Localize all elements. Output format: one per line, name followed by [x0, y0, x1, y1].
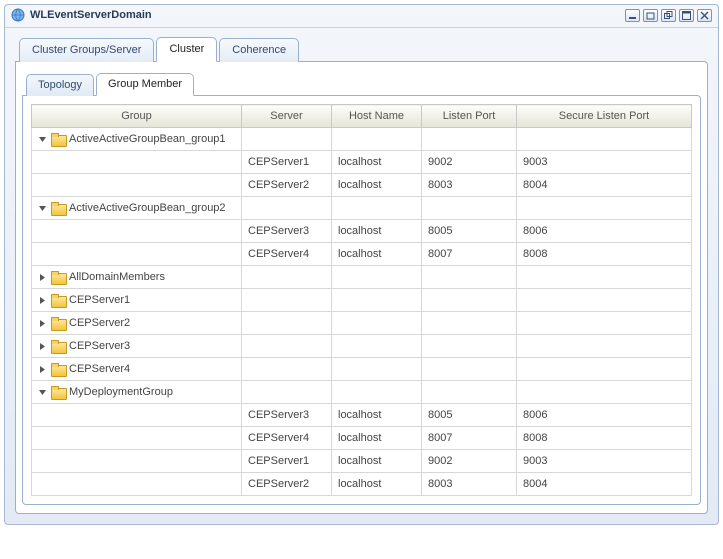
cell-host: localhost	[332, 450, 422, 473]
panel-title: WLEventServerDomain	[30, 9, 625, 21]
panel-body: Cluster Groups/ServerClusterCoherence To…	[5, 28, 718, 524]
folder-icon	[51, 271, 65, 283]
sub-tabstrip: TopologyGroup Member	[26, 72, 701, 95]
cell-server: CEPServer4	[242, 243, 332, 266]
subtab-page-group-member: Group Server Host Name Listen Port Secur…	[22, 95, 701, 505]
group-name: ActiveActiveGroupBean_group2	[69, 202, 226, 214]
cell-secure: 8004	[517, 174, 692, 197]
col-header-group[interactable]: Group	[32, 105, 242, 128]
cell-server: CEPServer3	[242, 404, 332, 427]
folder-icon	[51, 386, 65, 398]
folder-icon	[51, 363, 65, 375]
cell-listen: 8007	[422, 427, 517, 450]
collapse-caret-icon[interactable]	[38, 319, 47, 328]
expand-caret-icon[interactable]	[38, 135, 47, 144]
member-row[interactable]: CEPServer3localhost80058006	[32, 404, 692, 427]
cell-listen: 8003	[422, 174, 517, 197]
folder-icon	[51, 317, 65, 329]
group-row[interactable]: CEPServer3	[32, 335, 692, 358]
close-button[interactable]	[697, 9, 712, 22]
main-tab[interactable]: Coherence	[219, 38, 299, 62]
group-name: CEPServer1	[69, 294, 130, 306]
minimize-button[interactable]	[625, 9, 640, 22]
cell-listen: 8005	[422, 404, 517, 427]
col-header-secure-listen-port[interactable]: Secure Listen Port	[517, 105, 692, 128]
expand-caret-icon[interactable]	[38, 388, 47, 397]
cell-listen: 8007	[422, 243, 517, 266]
main-tab[interactable]: Cluster Groups/Server	[19, 38, 154, 62]
member-row[interactable]: CEPServer4localhost80078008	[32, 427, 692, 450]
cell-secure: 8008	[517, 427, 692, 450]
collapse-caret-icon[interactable]	[38, 342, 47, 351]
collapse-caret-icon[interactable]	[38, 273, 47, 282]
domain-icon	[11, 8, 25, 22]
cell-server: CEPServer1	[242, 450, 332, 473]
member-row[interactable]: CEPServer2localhost80038004	[32, 174, 692, 197]
group-row[interactable]: ActiveActiveGroupBean_group1	[32, 128, 692, 151]
cell-host: localhost	[332, 151, 422, 174]
restore-button[interactable]	[643, 9, 658, 22]
cell-host: localhost	[332, 220, 422, 243]
col-header-server[interactable]: Server	[242, 105, 332, 128]
group-name: CEPServer4	[69, 363, 130, 375]
group-row[interactable]: ActiveActiveGroupBean_group2	[32, 197, 692, 220]
sub-tab[interactable]: Topology	[26, 74, 94, 96]
collapse-caret-icon[interactable]	[38, 365, 47, 374]
member-row[interactable]: CEPServer1localhost90029003	[32, 450, 692, 473]
main-tabstrip: Cluster Groups/ServerClusterCoherence	[19, 36, 708, 61]
folder-icon	[51, 294, 65, 306]
cell-secure: 9003	[517, 151, 692, 174]
member-row[interactable]: CEPServer4localhost80078008	[32, 243, 692, 266]
folder-icon	[51, 202, 65, 214]
folder-icon	[51, 133, 65, 145]
group-name: AllDomainMembers	[69, 271, 165, 283]
cell-listen: 9002	[422, 450, 517, 473]
cell-host: localhost	[332, 404, 422, 427]
group-row[interactable]: AllDomainMembers	[32, 266, 692, 289]
cell-secure: 9003	[517, 450, 692, 473]
sub-tab[interactable]: Group Member	[96, 73, 194, 96]
group-name: ActiveActiveGroupBean_group1	[69, 133, 226, 145]
domain-panel: WLEventServerDomain Cluster Groups/Serve…	[4, 4, 719, 525]
member-row[interactable]: CEPServer3localhost80058006	[32, 220, 692, 243]
table-header-row: Group Server Host Name Listen Port Secur…	[32, 105, 692, 128]
cell-host: localhost	[332, 427, 422, 450]
group-row[interactable]: CEPServer2	[32, 312, 692, 335]
group-name: CEPServer2	[69, 317, 130, 329]
cell-listen: 8005	[422, 220, 517, 243]
collapse-caret-icon[interactable]	[38, 296, 47, 305]
cell-server: CEPServer1	[242, 151, 332, 174]
cell-secure: 8008	[517, 243, 692, 266]
cell-server: CEPServer3	[242, 220, 332, 243]
cell-listen: 9002	[422, 151, 517, 174]
col-header-hostname[interactable]: Host Name	[332, 105, 422, 128]
cell-server: CEPServer2	[242, 174, 332, 197]
folder-icon	[51, 340, 65, 352]
cell-listen: 8003	[422, 473, 517, 496]
window-controls	[625, 9, 712, 22]
tab-page-cluster: TopologyGroup Member Group Server Host N…	[15, 61, 708, 514]
cascade-button[interactable]	[661, 9, 676, 22]
panel-header: WLEventServerDomain	[5, 5, 718, 28]
cell-server: CEPServer4	[242, 427, 332, 450]
group-row[interactable]: MyDeploymentGroup	[32, 381, 692, 404]
cell-host: localhost	[332, 174, 422, 197]
cell-secure: 8006	[517, 404, 692, 427]
group-row[interactable]: CEPServer1	[32, 289, 692, 312]
expand-caret-icon[interactable]	[38, 204, 47, 213]
member-row[interactable]: CEPServer2localhost80038004	[32, 473, 692, 496]
col-header-listen-port[interactable]: Listen Port	[422, 105, 517, 128]
cell-secure: 8006	[517, 220, 692, 243]
group-name: CEPServer3	[69, 340, 130, 352]
main-tab[interactable]: Cluster	[156, 37, 217, 62]
cell-server: CEPServer2	[242, 473, 332, 496]
cell-host: localhost	[332, 243, 422, 266]
group-row[interactable]: CEPServer4	[32, 358, 692, 381]
group-name: MyDeploymentGroup	[69, 386, 173, 398]
cell-secure: 8004	[517, 473, 692, 496]
cell-host: localhost	[332, 473, 422, 496]
maximize-button[interactable]	[679, 9, 694, 22]
group-member-table: Group Server Host Name Listen Port Secur…	[31, 104, 692, 496]
member-row[interactable]: CEPServer1localhost90029003	[32, 151, 692, 174]
